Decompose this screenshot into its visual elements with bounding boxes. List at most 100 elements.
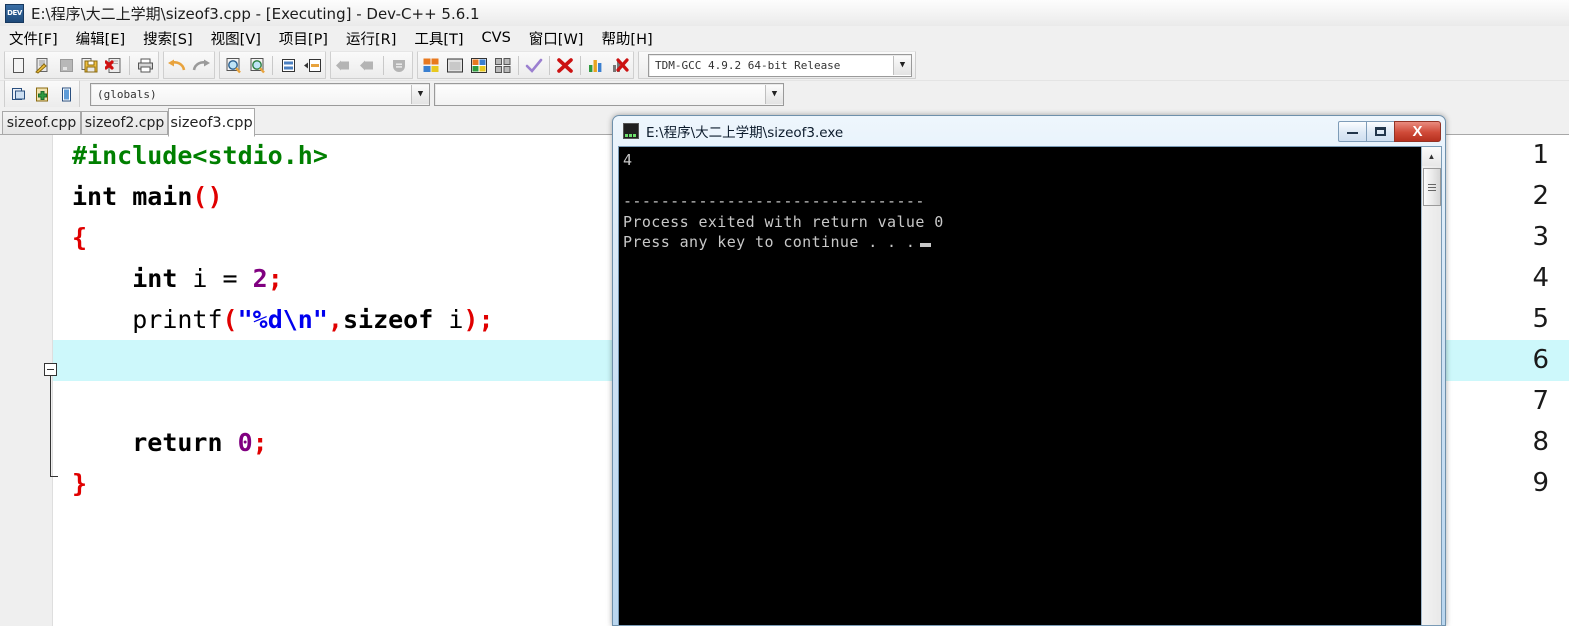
close-file-icon[interactable] <box>102 54 126 77</box>
dev-cpp-window: DEV E:\程序\大二上学期\sizeof3.cpp - [Executing… <box>0 0 1569 626</box>
toolbar-group-project <box>4 80 80 108</box>
identifier-token: main <box>117 182 193 211</box>
menu-help[interactable]: 帮助[H] <box>592 26 661 51</box>
code-line-2: int main() <box>72 176 223 217</box>
console-window-icon <box>623 123 639 139</box>
fold-range-line <box>50 376 51 477</box>
print-icon[interactable] <box>133 54 157 77</box>
menu-cvs[interactable]: CVS <box>473 28 520 48</box>
tab-sizeof2-cpp[interactable]: sizeof2.cpp <box>81 111 168 135</box>
replace-icon[interactable] <box>245 54 269 77</box>
identifier-token: printf <box>132 305 223 334</box>
console-title-bar[interactable]: E:\程序\大二上学期\sizeof3.exe X <box>613 116 1445 146</box>
compiler-set-value: TDM-GCC 4.9.2 64-bit Release <box>655 58 841 72</box>
profile-icon[interactable] <box>584 54 608 77</box>
stop-execution-icon[interactable] <box>553 54 577 77</box>
add-to-project-icon[interactable] <box>30 83 54 106</box>
rebuild-all-icon[interactable] <box>491 54 515 77</box>
editor-gutter[interactable] <box>0 135 53 626</box>
maximize-button[interactable] <box>1366 120 1395 142</box>
toolbar-group-file <box>4 51 159 79</box>
menu-bar: 文件[F] 编辑[E] 搜索[S] 视图[V] 项目[P] 运行[R] 工具[T… <box>0 26 1569 50</box>
code-line-8: return 0; <box>72 422 268 463</box>
goto-line-icon[interactable] <box>276 54 300 77</box>
toggle-breakpoint-icon[interactable] <box>387 54 411 77</box>
menu-window[interactable]: 窗口[W] <box>520 26 593 51</box>
chevron-down-icon[interactable]: ▼ <box>411 84 429 104</box>
string-token: "%d\n" <box>237 305 328 334</box>
menu-search[interactable]: 搜索[S] <box>134 26 202 51</box>
menu-file[interactable]: 文件[F] <box>0 26 67 51</box>
console-output-text: 4 -------------------------------- Proce… <box>623 151 944 251</box>
toolbar-group-undo <box>163 51 215 79</box>
number-token: 0 <box>222 428 253 457</box>
operator-token: = <box>222 264 253 293</box>
syntax-check-icon[interactable] <box>522 54 546 77</box>
menu-edit[interactable]: 编辑[E] <box>67 26 134 51</box>
console-scrollbar[interactable]: ▲ <box>1421 147 1441 625</box>
compile-run-icon[interactable] <box>467 54 491 77</box>
title-bar: DEV E:\程序\大二上学期\sizeof3.cpp - [Executing… <box>0 0 1569 27</box>
console-client-area[interactable]: 4 -------------------------------- Proce… <box>618 146 1442 626</box>
chevron-down-icon[interactable]: ▼ <box>893 55 911 75</box>
compile-icon[interactable] <box>419 54 443 77</box>
find-icon[interactable] <box>221 54 245 77</box>
scrollbar-thumb[interactable] <box>1423 168 1441 206</box>
close-button[interactable]: X <box>1394 120 1441 142</box>
console-window-controls: X <box>1338 120 1441 142</box>
toolbar-separator <box>580 55 581 75</box>
main-toolbar: TDM-GCC 4.9.2 64-bit Release ▼ <box>0 50 1569 81</box>
run-icon[interactable] <box>443 54 467 77</box>
toolbar-separator <box>518 55 519 75</box>
chevron-down-icon[interactable]: ▼ <box>765 84 783 104</box>
menu-run[interactable]: 运行[R] <box>337 26 405 51</box>
new-file-icon[interactable] <box>6 54 30 77</box>
scrollbar-grip-icon <box>1428 182 1436 193</box>
minimize-icon <box>1347 129 1358 134</box>
members-combo[interactable]: ▼ <box>434 82 784 106</box>
project-browser-icon[interactable] <box>6 83 30 106</box>
identifier-token: i <box>177 264 223 293</box>
paren-open-token: ( <box>222 305 238 334</box>
goto-function-icon[interactable] <box>300 54 324 77</box>
tab-sizeof-cpp[interactable]: sizeof.cpp <box>2 111 81 135</box>
menu-view[interactable]: 视图[V] <box>202 26 270 51</box>
toolbar-separator <box>383 55 384 75</box>
toolbar-group-compiler: TDM-GCC 4.9.2 64-bit Release ▼ <box>638 51 916 79</box>
minimize-button[interactable] <box>1338 120 1367 142</box>
block-cursor <box>920 243 932 247</box>
class-browser-icon[interactable] <box>54 83 78 106</box>
semicolon-token: ; <box>267 264 283 293</box>
menu-tools[interactable]: 工具[T] <box>405 26 472 51</box>
window-title: E:\程序\大二上学期\sizeof3.cpp - [Executing] - … <box>31 4 480 23</box>
globals-scope-value: (globals) <box>97 87 157 101</box>
code-line-4: int i = 2; <box>72 258 283 299</box>
number-token: 2 <box>252 264 268 293</box>
semicolon-token: ; <box>478 305 494 334</box>
keyword-token: sizeof <box>342 305 434 334</box>
compiler-set-combo[interactable]: TDM-GCC 4.9.2 64-bit Release ▼ <box>648 53 912 77</box>
forward-icon[interactable] <box>356 54 380 77</box>
paren-token: () <box>192 182 223 211</box>
semicolon-token: ; <box>252 428 268 457</box>
delete-profile-icon[interactable] <box>608 54 632 77</box>
console-window[interactable]: E:\程序\大二上学期\sizeof3.exe X 4 ------------… <box>612 115 1446 626</box>
redo-icon[interactable] <box>189 54 213 77</box>
toolbar-group-search <box>219 51 326 79</box>
globals-scope-combo[interactable]: (globals) ▼ <box>90 82 430 106</box>
menu-project[interactable]: 项目[P] <box>270 26 337 51</box>
save-all-icon[interactable] <box>78 54 102 77</box>
paren-close-token: ) <box>463 305 479 334</box>
undo-icon[interactable] <box>165 54 189 77</box>
tab-sizeof3-cpp[interactable]: sizeof3.cpp <box>168 108 255 137</box>
comma-token: , <box>327 305 343 334</box>
code-line-5: printf("%d\n",sizeof i); <box>72 299 494 340</box>
open-file-icon[interactable] <box>30 54 54 77</box>
save-icon[interactable] <box>54 54 78 77</box>
back-icon[interactable] <box>332 54 356 77</box>
code-line-1: #include<stdio.h> <box>72 135 328 176</box>
toolbar-separator <box>549 55 550 75</box>
class-browser-toolbar: (globals) ▼ ▼ <box>0 80 1569 108</box>
scroll-up-arrow-icon[interactable]: ▲ <box>1422 147 1441 166</box>
